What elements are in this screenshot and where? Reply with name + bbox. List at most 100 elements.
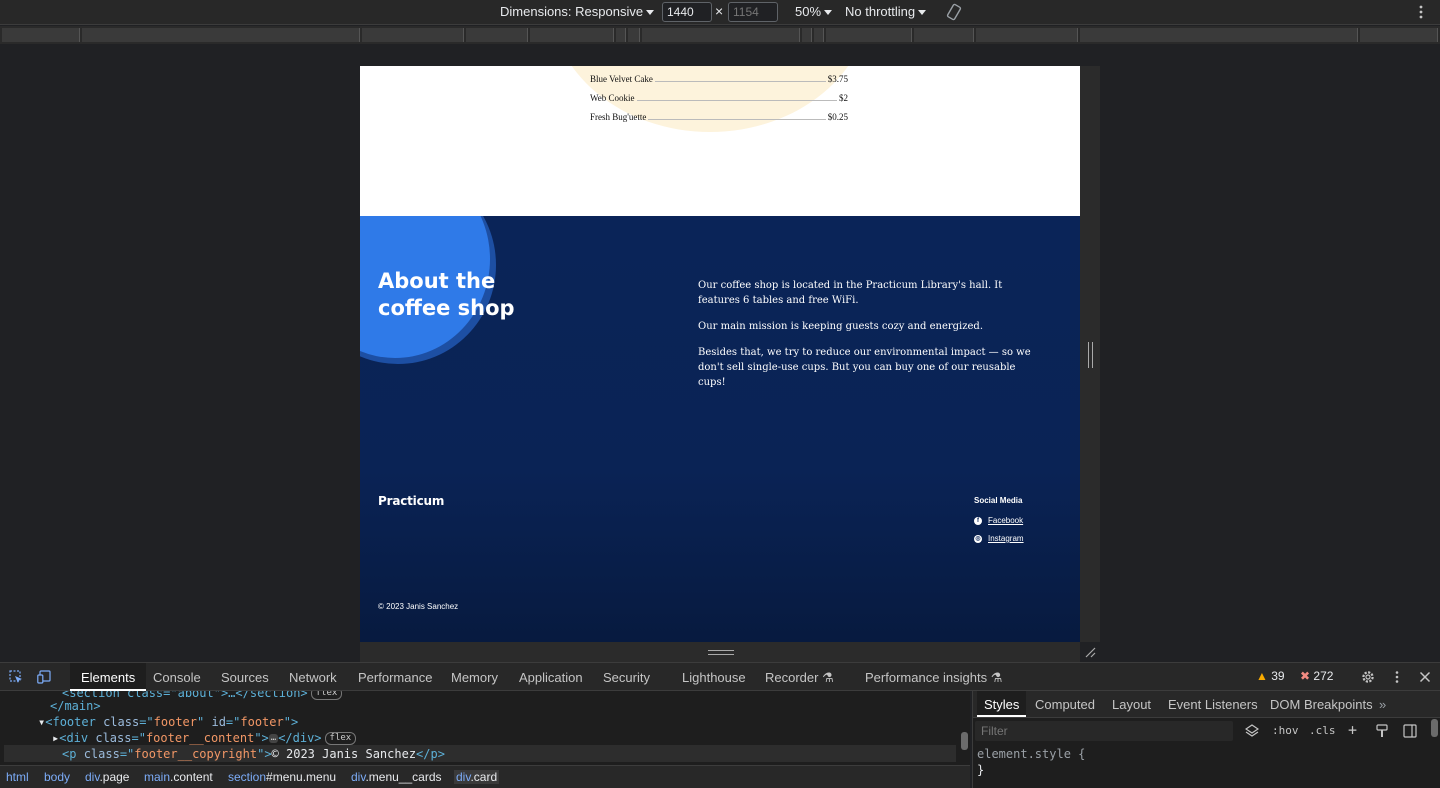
menu-item-dots — [636, 100, 837, 101]
errors-badge[interactable]: ✖ 272 — [1300, 669, 1333, 683]
breadcrumb-item[interactable]: div.page — [85, 770, 129, 784]
tab-network[interactable]: Network — [289, 670, 337, 685]
flex-badge[interactable]: flex — [324, 732, 357, 745]
height-input[interactable] — [728, 2, 778, 22]
tab-sources[interactable]: Sources — [221, 670, 269, 685]
styles-filter-input[interactable] — [975, 721, 1233, 741]
media-query-segment[interactable] — [642, 28, 800, 42]
code-line[interactable]: <section class="about">…</section> flex — [62, 691, 343, 701]
customize-menu-icon[interactable] — [1390, 670, 1404, 684]
breadcrumb-rest: .page — [99, 770, 130, 784]
layers-icon[interactable] — [1245, 724, 1259, 738]
breadcrumb-tag: div — [456, 770, 471, 784]
warnings-badge[interactable]: ▲ 39 — [1256, 669, 1285, 683]
breadcrumb-item[interactable]: main.content — [144, 770, 213, 784]
practicum-logo[interactable]: Practicum — [378, 494, 444, 508]
media-query-segment[interactable] — [814, 28, 824, 42]
breadcrumb-item[interactable]: div.menu__cards — [351, 770, 442, 784]
device-toggle-icon[interactable] — [37, 670, 51, 684]
instagram-icon: ◎ — [974, 534, 982, 543]
code-line[interactable]: <p class="footer__copyright">© 2023 Jani… — [62, 746, 445, 762]
media-query-segment[interactable] — [802, 28, 812, 42]
menu-item: Fresh Bug'uette $0.25 — [590, 112, 848, 122]
media-query-segment[interactable] — [628, 28, 640, 42]
width-input[interactable] — [662, 2, 712, 22]
code-line[interactable]: </main> — [50, 698, 101, 714]
tab-computed[interactable]: Computed — [1035, 697, 1095, 712]
breadcrumb-tag: html — [6, 770, 29, 784]
media-query-segment[interactable] — [530, 28, 614, 42]
tab-event-listeners[interactable]: Event Listeners — [1168, 697, 1258, 712]
more-tabs-icon[interactable]: » — [1379, 697, 1386, 712]
menu-item-price: $2 — [839, 93, 848, 103]
flex-badge[interactable]: flex — [310, 691, 343, 700]
zoom-dropdown[interactable]: 50% — [795, 4, 833, 19]
sidebar-toggle-icon[interactable] — [1403, 724, 1417, 738]
viewport-bottom-resize-handle[interactable] — [360, 642, 1080, 662]
close-icon[interactable] — [1418, 670, 1432, 684]
menu-item: Web Cookie $2 — [590, 93, 848, 103]
throttling-label: No throttling — [845, 4, 916, 19]
menu-section: Blue Velvet Cake $3.75 Web Cookie $2 Fre… — [360, 66, 1080, 216]
tab-application[interactable]: Application — [519, 670, 583, 685]
tab-console[interactable]: Console — [153, 670, 201, 685]
rotate-icon[interactable] — [945, 3, 963, 21]
tab-layout[interactable]: Layout — [1112, 697, 1151, 712]
chevron-down-icon — [824, 10, 833, 16]
flask-icon: ⚗ — [822, 670, 834, 685]
hov-toggle[interactable]: :hov — [1272, 724, 1299, 737]
device-toolbar: Dimensions: Responsive × 50% No throttli… — [0, 0, 1440, 25]
tab-elements[interactable]: Elements — [70, 663, 147, 691]
cls-toggle[interactable]: .cls — [1309, 724, 1336, 737]
breadcrumb-item[interactable]: html — [6, 770, 29, 784]
elements-tree: <section class="about">…</section> flex <… — [0, 691, 970, 765]
throttling-dropdown[interactable]: No throttling — [845, 4, 927, 19]
tab-styles[interactable]: Styles — [977, 691, 1027, 717]
new-rule-plus-icon[interactable]: + — [1348, 721, 1357, 739]
breadcrumb-tag: body — [44, 770, 71, 784]
menu-item: Blue Velvet Cake $3.75 — [590, 74, 848, 84]
media-query-segment[interactable] — [826, 28, 912, 42]
media-query-segment[interactable] — [1080, 28, 1358, 42]
breadcrumb-item[interactable]: section#menu.menu — [228, 770, 336, 784]
styles-scrollbar[interactable] — [1431, 719, 1438, 737]
menu-item-name: Fresh Bug'uette — [590, 112, 647, 122]
settings-gear-icon[interactable] — [1361, 670, 1375, 684]
media-query-segment[interactable] — [976, 28, 1078, 42]
code-line[interactable]: ▾<footer class="footer" id="footer"> — [38, 714, 298, 730]
element-style-rule[interactable]: element.style { } — [977, 746, 1085, 778]
facebook-link[interactable]: f Facebook — [974, 516, 1023, 525]
breadcrumb-rest: .content — [170, 770, 213, 784]
tab-security[interactable]: Security — [603, 670, 650, 685]
inspect-element-icon[interactable] — [9, 670, 23, 684]
breadcrumb-item[interactable]: body — [44, 770, 70, 784]
media-query-segment[interactable] — [2, 28, 80, 42]
media-query-segment[interactable] — [616, 28, 626, 42]
media-query-segment[interactable] — [914, 28, 974, 42]
tab-memory[interactable]: Memory — [451, 670, 498, 685]
media-query-segment[interactable] — [362, 28, 464, 42]
media-query-segment[interactable] — [466, 28, 528, 42]
media-query-segment[interactable] — [82, 28, 360, 42]
tab-performance[interactable]: Performance — [358, 670, 432, 685]
tab-dom-breakpoints[interactable]: DOM Breakpoints — [1270, 697, 1373, 712]
media-query-bar — [0, 26, 1440, 44]
code-line[interactable]: ▸<div class="footer__content">… </div> fle… — [52, 730, 357, 746]
paint-brush-icon[interactable] — [1375, 724, 1389, 738]
more-options-icon[interactable] — [1415, 4, 1427, 20]
tab-recorder[interactable]: Recorder ⚗ — [765, 670, 834, 686]
media-query-segment[interactable] — [1360, 28, 1438, 42]
dimensions-dropdown[interactable]: Dimensions: Responsive — [500, 4, 655, 19]
tab-performance-insights[interactable]: Performance insights ⚗ — [865, 670, 1002, 686]
ellipsis-icon[interactable]: … — [268, 734, 279, 743]
viewport-right-resize-handle[interactable] — [1080, 66, 1100, 642]
page-viewport: Blue Velvet Cake $3.75 Web Cookie $2 Fre… — [360, 66, 1080, 642]
corner-resize-icon[interactable] — [1084, 646, 1096, 658]
breadcrumb-item-current[interactable]: div.card — [454, 770, 500, 784]
breadcrumb-rest: #menu.menu — [266, 770, 337, 784]
tab-lighthouse[interactable]: Lighthouse — [682, 670, 746, 685]
breadcrumb-tag: div — [85, 770, 100, 784]
elements-scrollbar[interactable] — [961, 732, 968, 750]
instagram-link[interactable]: ◎ Instagram — [974, 534, 1024, 543]
tab-performance-insights-label: Performance insights — [865, 670, 988, 685]
